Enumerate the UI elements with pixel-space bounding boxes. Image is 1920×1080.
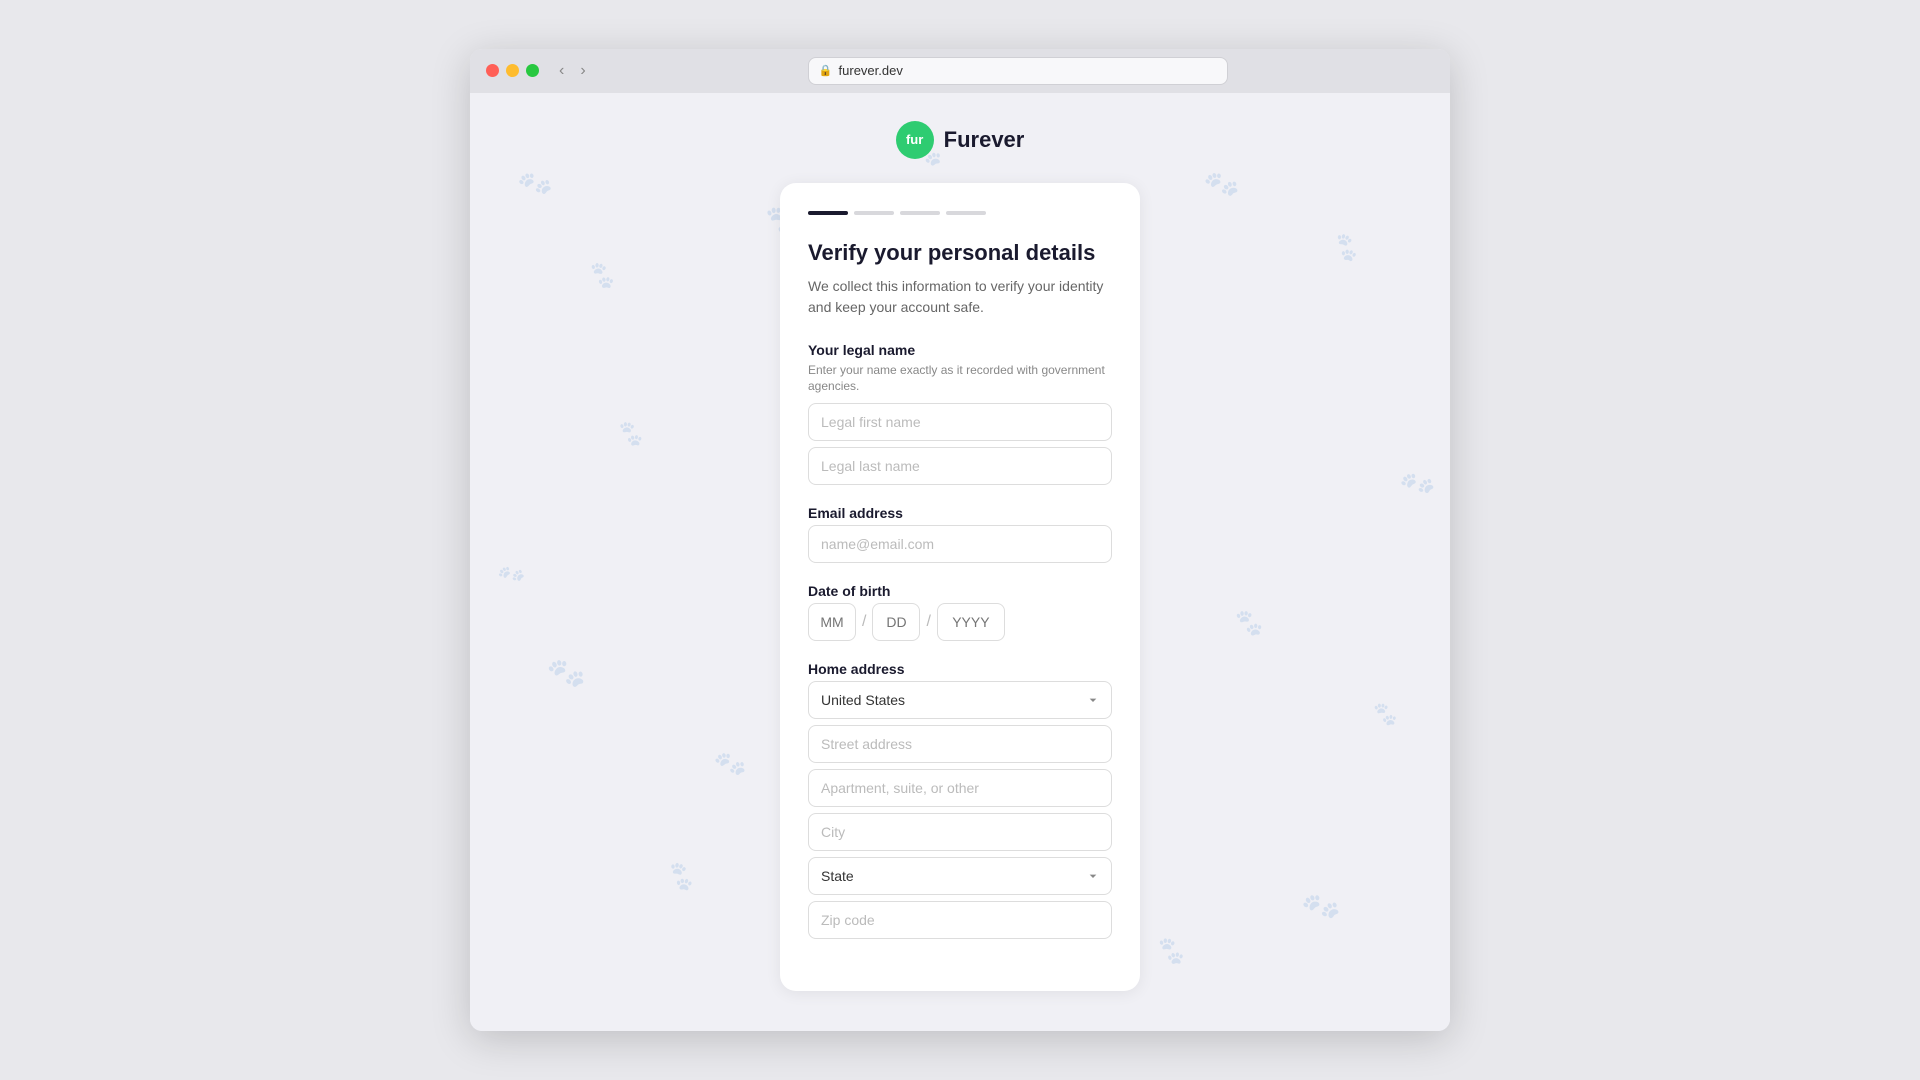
browser-content: 🐾🐾🐾🐾🐾🐾🐾🐾🐾🐾🐾🐾🐾🐾🐾🐾🐾🐾🐾🐾🐾 fur Furever <box>470 93 1450 1031</box>
minimize-button[interactable] <box>506 64 519 77</box>
nav-buttons: ‹ › <box>555 61 590 81</box>
progress-step-3 <box>900 211 940 215</box>
dob-section: Date of birth / / <box>808 583 1112 641</box>
state-select[interactable]: State AlabamaAlaskaArizonaArkansasCalifo… <box>808 857 1112 895</box>
logo-icon: fur <box>896 121 934 159</box>
email-input[interactable] <box>808 525 1112 563</box>
form-card: Verify your personal details We collect … <box>780 183 1140 991</box>
email-label: Email address <box>808 505 1112 521</box>
progress-step-1 <box>808 211 848 215</box>
dob-sep-2: / <box>924 613 932 631</box>
dob-day-input[interactable] <box>872 603 920 641</box>
form-title: Verify your personal details <box>808 239 1112 268</box>
logo-area: fur Furever <box>896 121 1025 159</box>
home-address-section: Home address United States Canada United… <box>808 661 1112 939</box>
progress-step-2 <box>854 211 894 215</box>
back-button[interactable]: ‹ <box>555 61 568 81</box>
last-name-input[interactable] <box>808 447 1112 485</box>
dob-sep-1: / <box>860 613 868 631</box>
first-name-input[interactable] <box>808 403 1112 441</box>
browser-titlebar: ‹ › 🔒 furever.dev <box>470 49 1450 93</box>
apt-input[interactable] <box>808 769 1112 807</box>
street-input[interactable] <box>808 725 1112 763</box>
page-content: fur Furever Verify your personal details… <box>470 93 1450 1031</box>
country-select[interactable]: United States Canada United Kingdom Aust… <box>808 681 1112 719</box>
browser-window: ‹ › 🔒 furever.dev 🐾🐾🐾🐾🐾🐾🐾🐾🐾🐾🐾🐾🐾🐾🐾🐾🐾🐾🐾🐾🐾 … <box>470 49 1450 1031</box>
app-name: Furever <box>944 127 1025 153</box>
forward-button[interactable]: › <box>576 61 589 81</box>
lock-icon: 🔒 <box>819 64 833 77</box>
progress-bar <box>808 211 1112 215</box>
address-label: Home address <box>808 661 1112 677</box>
dob-month-input[interactable] <box>808 603 856 641</box>
progress-step-4 <box>946 211 986 215</box>
zip-input[interactable] <box>808 901 1112 939</box>
dob-row: / / <box>808 603 1112 641</box>
traffic-lights <box>486 64 539 77</box>
maximize-button[interactable] <box>526 64 539 77</box>
email-section: Email address <box>808 505 1112 563</box>
url-text: furever.dev <box>839 63 903 78</box>
dob-label: Date of birth <box>808 583 1112 599</box>
legal-name-hint: Enter your name exactly as it recorded w… <box>808 362 1112 396</box>
dob-year-input[interactable] <box>937 603 1005 641</box>
legal-name-section: Your legal name Enter your name exactly … <box>808 342 1112 486</box>
legal-name-label: Your legal name <box>808 342 1112 358</box>
close-button[interactable] <box>486 64 499 77</box>
city-input[interactable] <box>808 813 1112 851</box>
form-subtitle: We collect this information to verify yo… <box>808 276 1112 318</box>
address-bar[interactable]: 🔒 furever.dev <box>808 57 1228 85</box>
